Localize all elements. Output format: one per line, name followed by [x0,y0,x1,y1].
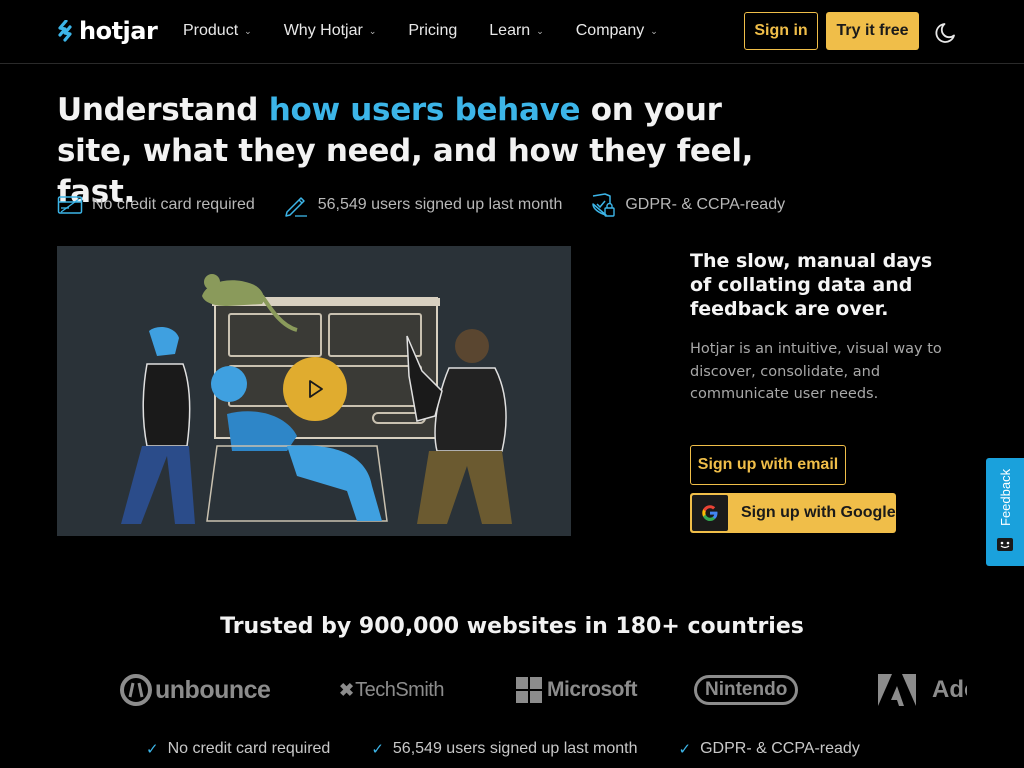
adobe-mark-icon [878,674,916,706]
moon-icon[interactable] [934,19,960,45]
signup-google-button[interactable]: Sign up with Google [690,493,896,533]
nav-links: Product ⌄ Why Hotjar ⌄ Pricing Learn ⌄ C… [183,22,690,40]
nav-pricing-label: Pricing [408,22,458,39]
customer-logos: unbounce ✖ TechSmith Microsoft Nintendo … [57,668,967,712]
feedback-face-icon [997,538,1013,551]
shield-lock-icon [592,193,616,217]
chevron-down-icon: ⌄ [368,25,377,36]
footer-badge-signups: ✓ 56,549 users signed up last month [371,740,637,758]
chevron-down-icon: ⌄ [650,25,658,36]
badge-text: No credit card required [92,196,255,213]
nav-learn[interactable]: Learn ⌄ [489,22,543,40]
trust-heading: Trusted by 900,000 websites in 180+ coun… [220,614,804,639]
hotjar-logo-icon [58,20,72,42]
footer-badges: ✓ No credit card required ✓ 56,549 users… [146,740,901,758]
credit-card-icon [57,196,83,214]
badge-text: GDPR- & CCPA-ready [625,196,786,213]
logo-microsoft-text: Microsoft [547,678,638,701]
hero-badges: No credit card required 56,549 users sig… [57,192,813,218]
play-icon [309,380,323,398]
logo-unbounce: unbounce [120,668,271,712]
top-nav: hotjar Product ⌄ Why Hotjar ⌄ Pricing Le… [0,0,1024,64]
badge-gdpr: GDPR- & CCPA-ready [590,192,785,218]
logo-microsoft: Microsoft [516,668,638,712]
hero-title-highlight: how users behave [268,92,581,128]
logo-nintendo: Nintendo [694,668,799,712]
nav-why-hotjar[interactable]: Why Hotjar ⌄ [284,22,377,40]
nav-company-label: Company [575,22,645,39]
footer-badge-text: 56,549 users signed up last month [392,740,638,757]
logo-adobe-text: Adobe [932,676,967,703]
logo-adobe: Adobe [878,668,967,712]
play-button[interactable] [283,357,347,421]
check-icon: ✓ [678,740,692,758]
chevron-down-icon: ⌄ [244,25,252,36]
value-prop-heading: The slow, manual days of collating data … [690,250,933,320]
logo-unbounce-text: unbounce [155,675,271,704]
footer-badge-text: No credit card required [167,740,331,757]
badge-text: 56,549 users signed up last month [317,196,563,213]
techsmith-mark-icon: ✖ [339,679,355,700]
pencil-icon [285,197,307,217]
hero-title-part: Understand [57,92,269,128]
logo-nintendo-text: Nintendo [694,675,799,705]
check-icon: ✓ [146,740,159,758]
google-icon-box [692,495,728,531]
feedback-label: Feedback [998,468,1013,526]
nav-product[interactable]: Product ⌄ [183,22,252,40]
value-prop-description: Hotjar is an intuitive, visual way to di… [690,341,942,402]
nav-why-hotjar-label: Why Hotjar [283,22,363,39]
hero-video[interactable] [57,246,571,536]
nav-pricing[interactable]: Pricing [408,22,457,40]
hotjar-logo[interactable]: hotjar [57,17,158,45]
badge-no-credit-card: No credit card required [57,192,255,218]
signup-email-button[interactable]: Sign up with email [690,445,846,485]
google-icon [702,505,718,521]
footer-badge-credit-card: ✓ No credit card required [146,740,330,758]
footer-badge-gdpr: ✓ GDPR- & CCPA-ready [679,740,860,758]
nav-learn-label: Learn [489,22,531,39]
logo-techsmith: ✖ TechSmith [339,668,444,712]
chevron-down-icon: ⌄ [536,25,544,36]
badge-signups: 56,549 users signed up last month [283,192,563,218]
try-it-free-button[interactable]: Try it free [826,12,919,50]
footer-badge-text: GDPR- & CCPA-ready [700,740,860,757]
logo-text: hotjar [79,17,158,45]
nav-product-label: Product [183,22,239,39]
nav-company[interactable]: Company ⌄ [576,22,658,40]
microsoft-mark-icon [516,677,542,703]
sign-in-button[interactable]: Sign in [744,12,818,50]
check-icon: ✓ [371,740,384,758]
unbounce-mark-icon [120,674,152,706]
logo-techsmith-text: TechSmith [355,678,444,701]
signup-google-label: Sign up with Google [741,504,896,521]
feedback-tab[interactable]: Feedback [986,458,1024,566]
